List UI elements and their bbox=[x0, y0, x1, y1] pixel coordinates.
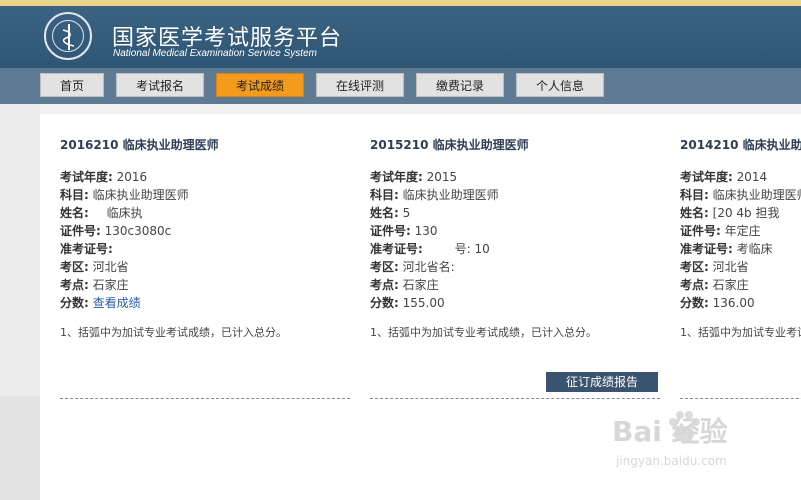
nav-payment-records[interactable]: 缴费记录 bbox=[416, 73, 504, 97]
field-exam-year: 考试年度: 2014 bbox=[680, 170, 768, 184]
nav-personal-info[interactable]: 个人信息 bbox=[516, 73, 604, 97]
field-id-number: 证件号: 130 bbox=[370, 224, 438, 238]
field-exam-region: 考区: 河北省 bbox=[60, 260, 129, 274]
score-record-2016: 2016210 临床执业助理医师 考试年度: 2016 科目: 临床执业助理医师… bbox=[60, 136, 352, 399]
nav-exam-scores[interactable]: 考试成绩 bbox=[216, 73, 304, 97]
record-divider bbox=[680, 398, 801, 399]
record-title: 2014210 临床执业助理医师 bbox=[680, 138, 801, 152]
field-id-number: 证件号: 130c3080c bbox=[60, 224, 172, 238]
score-note: 1、括弧中为加试专业考试成绩，已计入总分。 bbox=[680, 326, 801, 339]
site-header: 国家医学考试服务平台 National Medical Examination … bbox=[0, 6, 801, 68]
record-divider bbox=[370, 398, 660, 399]
score-record-2014-clip: 2014210 临床执业助理医师 考试年度: 2014 科目: 临床执业助理医师… bbox=[680, 114, 801, 414]
field-exam-site: 考点: 石家庄 bbox=[60, 278, 129, 292]
field-subject: 科目: 临床执业助理医师 bbox=[370, 188, 499, 202]
record-divider bbox=[60, 398, 350, 399]
nav-online-assessment[interactable]: 在线评测 bbox=[316, 73, 404, 97]
baidu-jingyan-watermark: Bai 经验 jingyan.baidu.com bbox=[612, 404, 772, 476]
medical-logo-icon bbox=[44, 12, 92, 60]
record-title: 2016210 临床执业助理医师 bbox=[60, 138, 219, 152]
nav-home[interactable]: 首页 bbox=[40, 73, 104, 97]
field-name: 姓名: 临床执 bbox=[60, 206, 143, 220]
site-subtitle: National Medical Examination Service Sys… bbox=[113, 48, 317, 59]
left-panel-lower bbox=[0, 396, 40, 500]
field-score: 分数: 查看成绩 bbox=[60, 296, 141, 310]
score-note: 1、括弧中为加试专业考试成绩，已计入总分。 bbox=[60, 326, 287, 339]
main-nav: 首页 考试报名 考试成绩 在线评测 缴费记录 个人信息 bbox=[0, 68, 801, 104]
view-score-link[interactable]: 查看成绩 bbox=[93, 296, 141, 310]
field-name: 姓名: 5 bbox=[370, 206, 411, 220]
field-admission-number: 准考证号: bbox=[60, 242, 113, 256]
field-subject: 科目: 临床执业助理医师 bbox=[60, 188, 189, 202]
score-note: 1、括弧中为加试专业考试成绩，已计入总分。 bbox=[370, 326, 597, 339]
field-score: 分数: 136.00 bbox=[680, 296, 755, 310]
watermark-brand: Bai 经验 bbox=[612, 415, 728, 448]
nav-exam-registration[interactable]: 考试报名 bbox=[116, 73, 204, 97]
field-score: 分数: 155.00 bbox=[370, 296, 445, 310]
field-id-number: 证件号: 年定庄 bbox=[680, 224, 761, 238]
field-exam-year: 考试年度: 2015 bbox=[370, 170, 458, 184]
field-exam-year: 考试年度: 2016 bbox=[60, 170, 148, 184]
field-subject: 科目: 临床执业助理医师 bbox=[680, 188, 801, 202]
score-record-2014: 2014210 临床执业助理医师 考试年度: 2014 科目: 临床执业助理医师… bbox=[680, 136, 801, 399]
field-name: 姓名: [20 4b 担我 bbox=[680, 206, 780, 220]
field-exam-site: 考点: 石家庄 bbox=[370, 278, 439, 292]
order-score-report-button[interactable]: 征订成绩报告 bbox=[546, 372, 658, 392]
watermark-url: jingyan.baidu.com bbox=[616, 454, 727, 468]
record-title: 2015210 临床执业助理医师 bbox=[370, 138, 529, 152]
field-admission-number: 准考证号: 考临床 bbox=[680, 242, 773, 256]
score-record-2015: 2015210 临床执业助理医师 考试年度: 2015 科目: 临床执业助理医师… bbox=[370, 136, 662, 399]
field-exam-site: 考点: 石家庄 bbox=[680, 278, 749, 292]
field-admission-number: 准考证号: 号: 10 bbox=[370, 242, 490, 256]
field-exam-region: 考区: 河北省 bbox=[680, 260, 749, 274]
field-exam-region: 考区: 河北省名: bbox=[370, 260, 455, 274]
